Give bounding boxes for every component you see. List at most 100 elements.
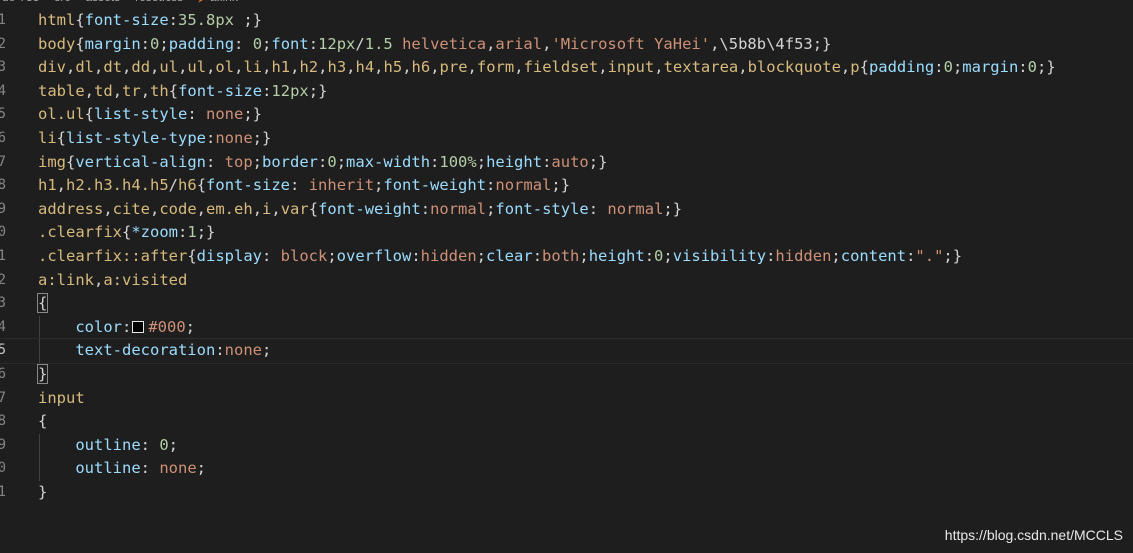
code-line[interactable]: 0 outline: none; bbox=[0, 457, 1133, 481]
code-line[interactable]: 1 html{font-size:35.8px ;} bbox=[0, 9, 1133, 33]
code-token: ; bbox=[196, 459, 206, 478]
code-text: { bbox=[36, 292, 49, 316]
code-token: 0 bbox=[159, 435, 169, 454]
code-line[interactable]: 8{ bbox=[0, 410, 1133, 434]
code-text: img{vertical-align: top;border:0;max-wid… bbox=[38, 151, 607, 175]
code-token: #000 bbox=[148, 317, 186, 336]
code-token: ; bbox=[663, 246, 673, 265]
code-text: li{list-style-type:none;} bbox=[38, 127, 271, 151]
code-token: 0 bbox=[1027, 58, 1037, 77]
line-number: 4 bbox=[0, 82, 6, 99]
code-token: margin bbox=[84, 34, 141, 53]
code-token: 'Microsoft YaHei' bbox=[551, 34, 711, 53]
code-token: font-weight bbox=[383, 176, 487, 195]
code-line[interactable]: 6} bbox=[0, 363, 1133, 387]
code-token: , bbox=[84, 81, 95, 100]
code-token: : bbox=[318, 152, 328, 171]
code-token: dd bbox=[131, 58, 151, 77]
code-token: ol bbox=[215, 58, 235, 77]
code-token: margin bbox=[962, 58, 1019, 77]
watermark: https://blog.csdn.net/MCCLS bbox=[944, 527, 1123, 543]
code-token: , bbox=[94, 270, 104, 289]
code-token: em.eh bbox=[206, 199, 253, 218]
code-text: a:link,a:visited bbox=[38, 269, 187, 293]
code-text: text-decoration:none; bbox=[38, 339, 271, 363]
code-line[interactable]: 5 text-decoration:none; bbox=[0, 338, 1133, 364]
code-token: content bbox=[840, 246, 907, 265]
code-token: { bbox=[36, 293, 49, 314]
breadcrumb: ue-785>src>assets>reset.css>⮞a:link bbox=[0, 0, 238, 5]
code-token: 0 bbox=[327, 152, 337, 171]
code-token: inherit bbox=[308, 176, 375, 195]
code-line[interactable]: 9 outline: 0; bbox=[0, 433, 1133, 458]
code-token: , bbox=[598, 58, 608, 77]
code-line[interactable]: 0 .clearfix{*zoom:1;} bbox=[0, 221, 1133, 245]
code-token: none bbox=[159, 459, 197, 478]
code-token: list-style bbox=[94, 105, 188, 124]
code-token: address bbox=[38, 199, 104, 218]
breadcrumb-item[interactable]: reset.css bbox=[135, 0, 183, 4]
code-token: : bbox=[542, 152, 552, 171]
code-token: normal bbox=[430, 199, 487, 218]
code-token: 0 bbox=[943, 58, 953, 77]
code-line[interactable]: 7 img{vertical-align: top;border:0;max-wi… bbox=[0, 151, 1133, 175]
code-token: } bbox=[38, 482, 48, 501]
code-token: li bbox=[243, 58, 263, 77]
line-number: 1 bbox=[0, 247, 6, 264]
code-line[interactable]: 4 table,td,tr,th{font-size:12px;} bbox=[0, 80, 1133, 104]
code-token: list-style-type bbox=[66, 128, 206, 147]
code-line[interactable]: 2 body{margin:0;padding: 0;font:12px/1.5 … bbox=[0, 33, 1133, 57]
code-line[interactable]: 2 a:link,a:visited bbox=[0, 269, 1133, 293]
code-line[interactable]: 1} bbox=[0, 481, 1133, 505]
code-token: font-weight bbox=[318, 199, 421, 218]
code-token: input bbox=[607, 58, 655, 77]
line-number: 9 bbox=[0, 436, 6, 453]
code-token: h6 bbox=[178, 176, 197, 195]
code-line[interactable]: 3 div,dl,dt,dd,ul,ul,ol,li,h1,h2,h3,h4,h5… bbox=[0, 56, 1133, 80]
code-line[interactable]: 4 color: #000; bbox=[0, 315, 1133, 340]
code-token: h4 bbox=[355, 58, 375, 77]
code-token: { bbox=[122, 223, 132, 242]
code-line[interactable]: 7 input bbox=[0, 387, 1133, 411]
code-token: , bbox=[103, 199, 113, 218]
code-token: , bbox=[94, 58, 104, 77]
breadcrumb-separator: > bbox=[70, 0, 85, 4]
code-line[interactable]: 9 address,cite,code,em.eh,i,var{font-weig… bbox=[0, 198, 1133, 222]
line-number: 7 bbox=[0, 153, 6, 170]
color-swatch-icon[interactable] bbox=[132, 320, 145, 333]
code-token: h3 bbox=[327, 58, 347, 77]
code-token: , bbox=[374, 58, 384, 77]
code-token: h2.h3.h4.h5 bbox=[66, 176, 169, 195]
breadcrumb-item[interactable]: ue-785 bbox=[2, 0, 39, 4]
code-text: h1,h2.h3.h4.h5/h6{font-size: inherit;fon… bbox=[38, 174, 570, 198]
code-token: th bbox=[150, 81, 169, 100]
breadcrumb-item[interactable]: src bbox=[54, 0, 70, 4]
code-line[interactable]: 5 ol.ul{list-style: none;} bbox=[0, 103, 1133, 127]
code-line[interactable]: 8 h1,h2.h3.h4.h5/h6{font-size: inherit;fo… bbox=[0, 174, 1133, 198]
code-line[interactable]: 6 li{list-style-type:none;} bbox=[0, 127, 1133, 151]
code-editor[interactable]: 1 html{font-size:35.8px ;} 2 body{margin:0;… bbox=[0, 9, 1133, 504]
code-token: ,\5b8b\4f53;} bbox=[710, 34, 832, 53]
code-token: ol.ul bbox=[38, 105, 85, 124]
code-text: ol.ul{list-style: none;} bbox=[38, 103, 262, 127]
code-token: ; bbox=[252, 152, 263, 171]
breadcrumb-item[interactable]: a:link bbox=[210, 0, 238, 4]
code-token: ; bbox=[952, 58, 963, 77]
line-number: 0 bbox=[0, 460, 6, 477]
code-token: fieldset bbox=[523, 58, 599, 77]
code-token: li bbox=[38, 128, 57, 147]
code-token: font-size bbox=[178, 81, 263, 100]
code-token: { bbox=[196, 176, 207, 195]
code-token: height bbox=[486, 152, 543, 171]
code-token: dl bbox=[75, 58, 95, 77]
code-token: a:visited bbox=[103, 270, 188, 289]
code-line[interactable]: 1 .clearfix::after{display: block;overflo… bbox=[0, 245, 1133, 269]
code-token: ; bbox=[476, 246, 487, 265]
breadcrumb-item[interactable]: assets bbox=[85, 0, 120, 4]
code-token: ; bbox=[327, 246, 337, 265]
code-token: dt bbox=[103, 58, 123, 77]
breadcrumb-separator: > bbox=[39, 0, 54, 4]
code-token: display bbox=[196, 246, 262, 265]
code-line[interactable]: 3{ bbox=[0, 292, 1133, 316]
code-text: html{font-size:35.8px ;} bbox=[38, 9, 262, 33]
